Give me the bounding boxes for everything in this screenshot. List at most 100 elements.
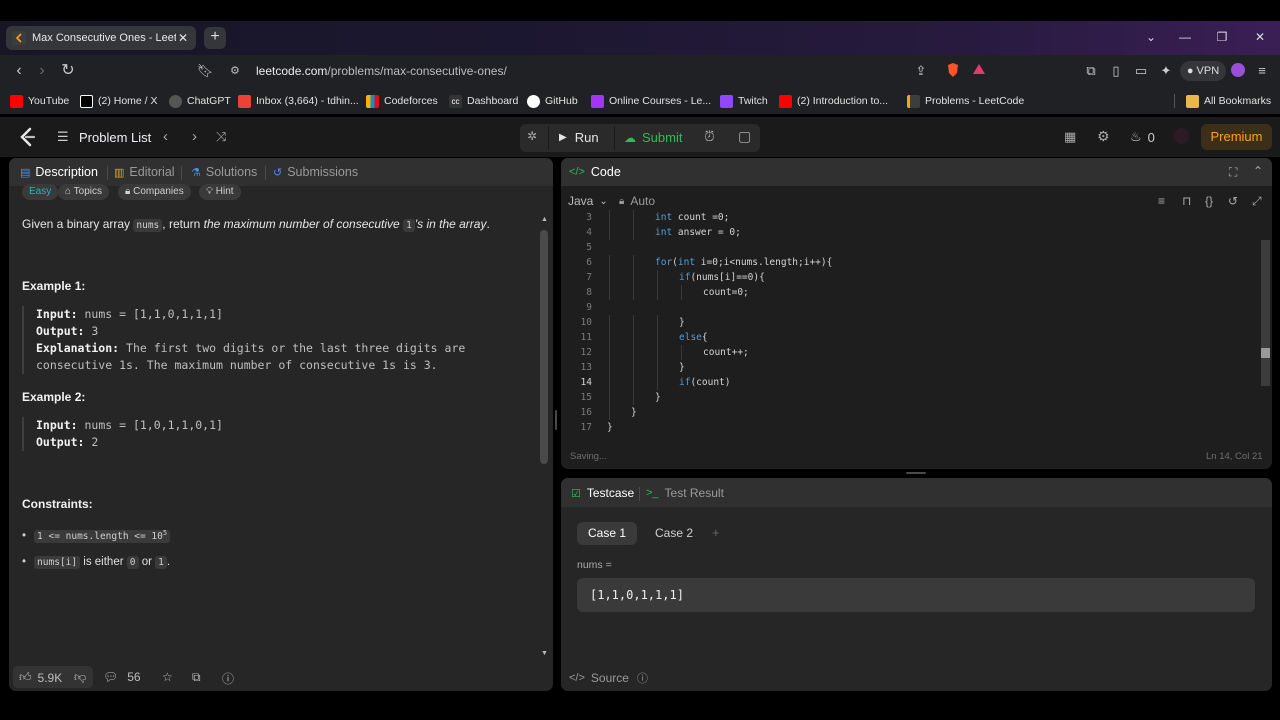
bookmark-udemy[interactable]: Online Courses - Le... (591, 93, 711, 109)
code-line[interactable]: if(nums[i]==0){ (679, 272, 765, 283)
case-1-tab[interactable]: Case 1 (577, 522, 637, 545)
streak-counter[interactable]: ♨ 0 (1130, 129, 1155, 145)
param-label: nums = (577, 559, 612, 571)
language-label: Java (568, 194, 594, 208)
bookmark-youtube-intro[interactable]: (2) Introduction to... (779, 93, 888, 109)
extensions-icon[interactable]: ⧉ (1081, 62, 1101, 80)
layout-icon[interactable]: ▦ (1064, 129, 1076, 145)
code-scroll-thumb[interactable] (1261, 348, 1270, 358)
maximize-icon[interactable]: ⛶ (1229, 165, 1237, 180)
leo-ai-icon[interactable]: ✦ (1156, 62, 1176, 80)
bookmark-x[interactable]: (2) Home / X (80, 93, 158, 109)
url-text[interactable]: leetcode.com/problems/max-consecutive-on… (256, 64, 507, 78)
close-tab-icon[interactable]: ✕ (176, 31, 190, 45)
reload-icon[interactable]: ↻ (57, 61, 79, 81)
tab-editorial[interactable]: ▥ Editorial (114, 165, 175, 179)
new-tab-button[interactable]: + (204, 27, 226, 49)
bookmark-page-icon[interactable]: 🔖︎ (194, 61, 216, 81)
profile-avatar[interactable] (1228, 62, 1248, 80)
browser-menu-icon[interactable]: ≡ (1252, 62, 1272, 80)
code-line[interactable]: } (607, 422, 613, 433)
dislike-button[interactable]: 👎︎ (74, 670, 86, 685)
leetcode-logo-icon[interactable] (18, 127, 36, 152)
scroll-up-icon[interactable]: ▲ (541, 216, 548, 223)
case-2-tab[interactable]: Case 2 (644, 522, 704, 545)
bookmark-dashboard[interactable]: cc Dashboard (449, 93, 518, 109)
next-problem-icon[interactable]: › (192, 128, 197, 145)
notes-icon[interactable]: ▢ (738, 128, 751, 145)
code-line[interactable]: } (679, 317, 685, 328)
prev-problem-icon[interactable]: ‹ (163, 128, 168, 145)
favorite-star-icon[interactable]: ☆ (162, 670, 173, 684)
site-info-icon[interactable]: ⚙︎ (230, 64, 240, 77)
collapse-chevron-icon[interactable]: ⌃ (1253, 164, 1263, 178)
tab-test-result[interactable]: >_ Test Result (646, 486, 724, 500)
bookmark-codeforces[interactable]: Codeforces (366, 93, 438, 109)
settings-gear-icon[interactable]: ⚙ (1097, 128, 1110, 145)
source-link[interactable]: </> Source ⓘ (569, 670, 648, 686)
restore-window-icon[interactable]: ❐ (1212, 28, 1232, 46)
bookmark-youtube[interactable]: YouTube (10, 93, 69, 109)
like-button[interactable]: 👍︎ 5.9K (19, 670, 62, 685)
code-line[interactable]: if(count) (679, 377, 731, 388)
bookmark-leetcode[interactable]: Problems - LeetCode (907, 93, 1024, 109)
vpn-button[interactable]: ● VPN (1180, 61, 1226, 81)
premium-button[interactable]: Premium (1201, 124, 1272, 150)
bookmark-github[interactable]: GitHub (527, 93, 578, 109)
companies-chip[interactable]: 🔒︎ Companies (118, 184, 191, 200)
code-line[interactable]: else{ (679, 332, 708, 343)
code-line[interactable]: count++; (703, 347, 749, 358)
submit-button[interactable]: ☁ Submit (624, 130, 682, 145)
sidebar-icon[interactable]: ▯ (1106, 62, 1126, 80)
fullscreen-icon[interactable]: ⤢ (1252, 194, 1262, 209)
vertical-resize-handle[interactable] (906, 472, 926, 474)
bookmark-gmail[interactable]: Inbox (3,664) - tdhin... (238, 93, 359, 109)
code-line[interactable]: } (631, 407, 637, 418)
panel-resize-handle[interactable] (555, 410, 557, 430)
run-button[interactable]: ▶ Run (559, 130, 599, 145)
avatar[interactable] (1173, 128, 1189, 144)
brave-shields-icon[interactable] (943, 62, 963, 80)
code-line[interactable]: int count =0; (655, 212, 729, 223)
random-problem-icon[interactable]: ⤨ (216, 129, 226, 145)
share-external-icon[interactable]: ⧉ (192, 670, 201, 685)
code-line[interactable]: } (679, 362, 685, 373)
code-line[interactable]: for(int i=0;i<nums.length;i++){ (655, 257, 832, 268)
braces-icon[interactable]: {} (1205, 194, 1213, 208)
tab-search-chevron-icon[interactable]: ⌄ (1141, 28, 1161, 46)
tab-description[interactable]: ▤ Description (20, 165, 98, 179)
code-scrollbar[interactable] (1261, 240, 1270, 386)
bookmark-twitch[interactable]: Twitch (720, 93, 768, 109)
all-bookmarks-folder[interactable]: All Bookmarks (1186, 93, 1271, 109)
timer-icon[interactable]: ⏰︎ (704, 128, 715, 145)
language-select[interactable]: Java ⌄ (568, 194, 608, 208)
share-icon[interactable]: ⇪ (911, 62, 931, 80)
bookmark-icon[interactable]: ⊓ (1182, 194, 1191, 208)
debug-icon[interactable]: ✲ (527, 129, 537, 143)
help-icon[interactable]: ⓘ (222, 670, 234, 687)
brave-rewards-icon[interactable] (969, 62, 989, 80)
format-icon[interactable]: ≡ (1158, 194, 1165, 208)
description-scrollbar[interactable] (540, 230, 548, 464)
forward-arrow-icon[interactable]: › (31, 61, 53, 81)
topics-chip[interactable]: ⌂ Topics (58, 184, 109, 200)
problem-list-link[interactable]: Problem List (79, 130, 151, 145)
code-line[interactable]: int answer = 0; (655, 227, 741, 238)
code-line[interactable]: } (655, 392, 661, 403)
close-window-icon[interactable]: ✕ (1250, 28, 1270, 46)
auto-complete-toggle[interactable]: 🔒︎ Auto (619, 194, 655, 208)
browser-tab-active[interactable]: Max Consecutive Ones - LeetC ✕ (6, 26, 196, 50)
back-arrow-icon[interactable]: ‹ (8, 61, 30, 81)
hint-chip[interactable]: 💡︎ Hint (199, 184, 241, 200)
scroll-down-icon[interactable]: ▼ (541, 650, 548, 657)
tab-submissions[interactable]: ↺ Submissions (273, 165, 358, 179)
minimize-window-icon[interactable]: — (1175, 28, 1195, 46)
tab-solutions[interactable]: ⚗ Solutions (191, 165, 257, 179)
bookmark-chatgpt[interactable]: ChatGPT (169, 93, 231, 109)
comments-button[interactable]: 💬︎ 56 (103, 670, 141, 684)
tab-testcase[interactable]: ☑ Testcase (571, 486, 634, 500)
wallet-icon[interactable]: ▭ (1131, 62, 1151, 80)
code-line[interactable]: count=0; (703, 287, 749, 298)
add-case-icon[interactable]: + (712, 525, 720, 540)
reset-icon[interactable]: ↺ (1228, 194, 1238, 208)
